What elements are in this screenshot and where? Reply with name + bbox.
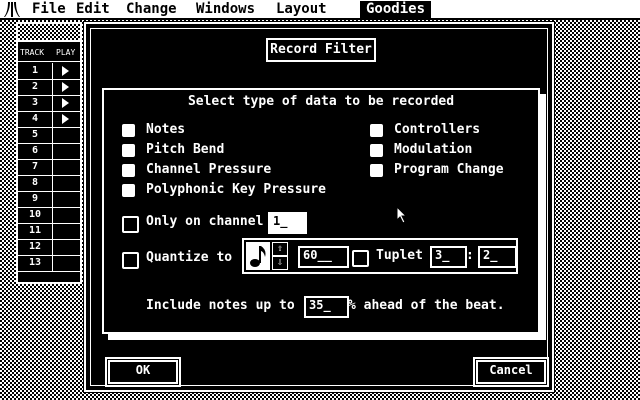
quantize-group: ⇧ ⇩ 60__ Tuplet 3_ : 2_: [242, 238, 518, 274]
modulation-label: Modulation: [394, 142, 473, 157]
play-arrow-icon[interactable]: [62, 82, 69, 92]
track-window-titlebar[interactable]: [18, 24, 80, 42]
only-channel-label: Only on channel: [146, 214, 264, 229]
poly-key-pressure-checkbox[interactable]: [122, 184, 135, 197]
play-arrow-icon[interactable]: [62, 66, 69, 76]
track-number: 7: [18, 159, 53, 175]
tuplet-checkbox[interactable]: [352, 250, 369, 267]
track-number: 12: [18, 239, 53, 255]
track-row[interactable]: 8: [18, 175, 80, 192]
track-row[interactable]: 13: [18, 255, 80, 272]
menu-windows[interactable]: Windows: [196, 1, 255, 18]
tuplet-denominator-input[interactable]: 2_: [478, 246, 517, 268]
track-number: 11: [18, 223, 53, 239]
track-header: TRACK PLAY: [18, 44, 80, 62]
include-notes-suffix: % ahead of the beat.: [348, 298, 505, 313]
menu-change[interactable]: Change: [126, 1, 177, 18]
tuplet-label: Tuplet: [376, 248, 423, 263]
track-row[interactable]: 4: [18, 111, 80, 128]
quantize-value-input[interactable]: 60__: [298, 246, 349, 268]
only-channel-checkbox[interactable]: [122, 216, 139, 233]
eighth-note-icon[interactable]: [246, 242, 270, 270]
pitch-bend-label: Pitch Bend: [146, 142, 225, 157]
track-row[interactable]: 9: [18, 191, 80, 208]
tuplet-separator: :: [466, 248, 474, 263]
quantize-checkbox[interactable]: [122, 252, 139, 269]
quantize-label: Quantize to: [146, 250, 233, 265]
menu-file[interactable]: File: [32, 1, 66, 18]
quantize-up-arrow-icon[interactable]: ⇧: [272, 242, 288, 256]
track-number: 10: [18, 207, 53, 223]
channel-input[interactable]: 1_: [268, 212, 307, 234]
track-row[interactable]: 6: [18, 143, 80, 160]
mouse-pointer-icon: [396, 206, 408, 224]
poly-key-pressure-label: Polyphonic Key Pressure: [146, 182, 327, 197]
controllers-checkbox[interactable]: [370, 124, 383, 137]
track-number: 3: [18, 95, 53, 111]
quantize-down-arrow-icon[interactable]: ⇩: [272, 256, 288, 270]
play-column-header: PLAY: [56, 48, 76, 57]
track-number: 8: [18, 175, 53, 191]
track-number: 4: [18, 111, 53, 127]
track-row[interactable]: 5: [18, 127, 80, 144]
cancel-button[interactable]: Cancel: [473, 357, 549, 387]
menu-goodies[interactable]: Goodies: [360, 1, 432, 18]
track-row[interactable]: 10: [18, 207, 80, 224]
program-change-label: Program Change: [394, 162, 504, 177]
atari-logo-icon[interactable]: [4, 2, 20, 17]
channel-pressure-checkbox[interactable]: [122, 164, 135, 177]
track-row[interactable]: 11: [18, 223, 80, 240]
track-column-header: TRACK: [20, 48, 45, 57]
track-row[interactable]: 3: [18, 95, 80, 112]
track-row[interactable]: 2: [18, 79, 80, 96]
track-number: 5: [18, 127, 53, 143]
track-number: 9: [18, 191, 53, 207]
options-panel: Select type of data to be recorded Notes…: [102, 88, 540, 334]
notes-label: Notes: [146, 122, 186, 137]
play-arrow-icon[interactable]: [62, 98, 69, 108]
pitch-bend-checkbox[interactable]: [122, 144, 135, 157]
menu-bar: File Edit Change Windows Layout Goodies: [0, 0, 640, 19]
dialog-title: Record Filter: [266, 38, 376, 62]
record-filter-dialog: Record Filter Select type of data to be …: [83, 21, 555, 393]
tuplet-numerator-input[interactable]: 3_: [430, 246, 467, 268]
menu-edit[interactable]: Edit: [76, 1, 110, 18]
track-row[interactable]: 12: [18, 239, 80, 256]
modulation-checkbox[interactable]: [370, 144, 383, 157]
track-row[interactable]: 1: [18, 63, 80, 80]
options-subtitle: Select type of data to be recorded: [187, 94, 455, 109]
include-notes-input[interactable]: 35_: [304, 296, 349, 318]
channel-pressure-label: Channel Pressure: [146, 162, 272, 177]
include-notes-prefix: Include notes up to: [146, 298, 295, 313]
controllers-label: Controllers: [394, 122, 481, 137]
notes-checkbox[interactable]: [122, 124, 135, 137]
track-number: 13: [18, 255, 53, 271]
play-arrow-icon[interactable]: [62, 114, 69, 124]
track-row[interactable]: 7: [18, 159, 80, 176]
menu-layout[interactable]: Layout: [276, 1, 327, 18]
track-window[interactable]: TRACK PLAY 1 2 3 4 5 6 7 8 9 10 11 12 13: [16, 22, 82, 284]
track-number: 6: [18, 143, 53, 159]
program-change-checkbox[interactable]: [370, 164, 383, 177]
ok-button[interactable]: OK: [105, 357, 181, 387]
track-number: 1: [18, 63, 53, 79]
track-number: 2: [18, 79, 53, 95]
